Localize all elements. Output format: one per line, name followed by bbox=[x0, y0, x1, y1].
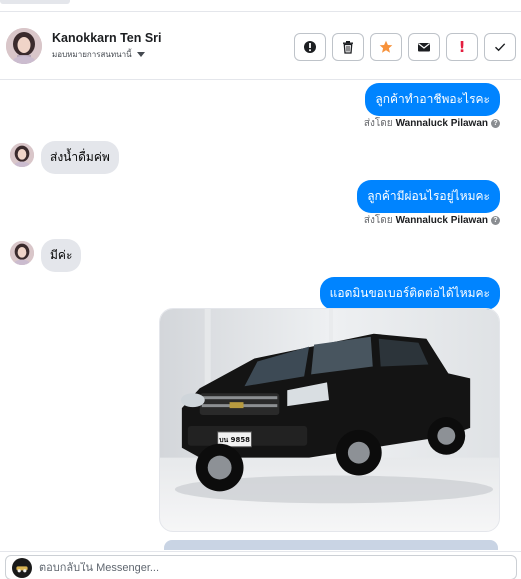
license-plate: บน 9858 bbox=[219, 436, 250, 444]
contact-mini-avatar[interactable] bbox=[10, 241, 34, 265]
sent-by-prefix: ส่งโดย bbox=[363, 215, 393, 226]
conversation-header: Kanokkarn Ten Sri มอบหมายการสนทนานี้ ! bbox=[0, 13, 521, 80]
sent-by-prefix: ส่งโดย bbox=[363, 118, 393, 129]
assign-label: มอบหมายการสนทนานี้ bbox=[52, 50, 132, 59]
star-icon bbox=[379, 40, 393, 53]
sent-by-name[interactable]: Wannaluck Pilawan bbox=[396, 215, 488, 226]
help-icon[interactable]: ? bbox=[491, 119, 500, 128]
help-icon[interactable]: ? bbox=[491, 216, 500, 225]
sent-by-label: ส่งโดย Wannaluck Pilawan ? bbox=[364, 213, 500, 228]
reply-input[interactable] bbox=[39, 561, 439, 574]
top-strip bbox=[0, 0, 521, 12]
trash-icon bbox=[343, 41, 353, 54]
incoming-message-bubble[interactable]: ส่งน้ำดื่มค่พ bbox=[41, 141, 119, 174]
contact-name[interactable]: Kanokkarn Ten Sri bbox=[52, 31, 162, 45]
assign-conversation-dropdown[interactable]: มอบหมายการสนทนานี้ bbox=[52, 48, 145, 61]
reply-composer bbox=[0, 551, 521, 579]
check-icon bbox=[495, 43, 506, 52]
message-thread[interactable]: ลูกค้าทำอาชีพอะไรคะ ส่งโดย Wannaluck Pil… bbox=[0, 80, 521, 550]
exclamation-icon: ! bbox=[458, 38, 466, 56]
follow-up-button[interactable] bbox=[370, 33, 402, 61]
sent-by-name[interactable]: Wannaluck Pilawan bbox=[396, 118, 488, 129]
mark-spam-button[interactable] bbox=[294, 33, 326, 61]
photo-attachment[interactable]: บน 9858 bbox=[159, 308, 500, 532]
alert-circle-icon bbox=[304, 41, 316, 53]
delete-button[interactable] bbox=[332, 33, 364, 61]
page-avatar bbox=[12, 557, 32, 578]
priority-button[interactable]: ! bbox=[446, 33, 478, 61]
pickup-truck-photo: บน 9858 bbox=[160, 309, 499, 531]
conversation-actions: ! bbox=[294, 33, 516, 61]
mark-unread-button[interactable] bbox=[408, 33, 440, 61]
envelope-icon bbox=[418, 43, 430, 52]
outgoing-message-bubble[interactable]: ลูกค้าทำอาชีพอะไรคะ bbox=[365, 83, 500, 116]
outgoing-message-bubble[interactable]: แอดมินขอเบอร์ติดต่อได้ไหมคะ bbox=[319, 277, 500, 310]
next-attachment-preview[interactable] bbox=[164, 540, 498, 550]
outgoing-message-bubble[interactable]: ลูกค้ามีผ่อนไรอยู่ไหมคะ bbox=[357, 180, 500, 213]
caret-down-icon bbox=[136, 52, 145, 57]
incoming-message-bubble[interactable]: มีค่ะ bbox=[41, 239, 82, 272]
contact-avatar[interactable] bbox=[6, 28, 42, 64]
top-tab-edge bbox=[0, 0, 70, 4]
sent-by-label: ส่งโดย Wannaluck Pilawan ? bbox=[364, 116, 500, 131]
reply-field[interactable] bbox=[5, 555, 517, 579]
mark-done-button[interactable] bbox=[484, 33, 516, 61]
contact-mini-avatar[interactable] bbox=[10, 143, 34, 167]
